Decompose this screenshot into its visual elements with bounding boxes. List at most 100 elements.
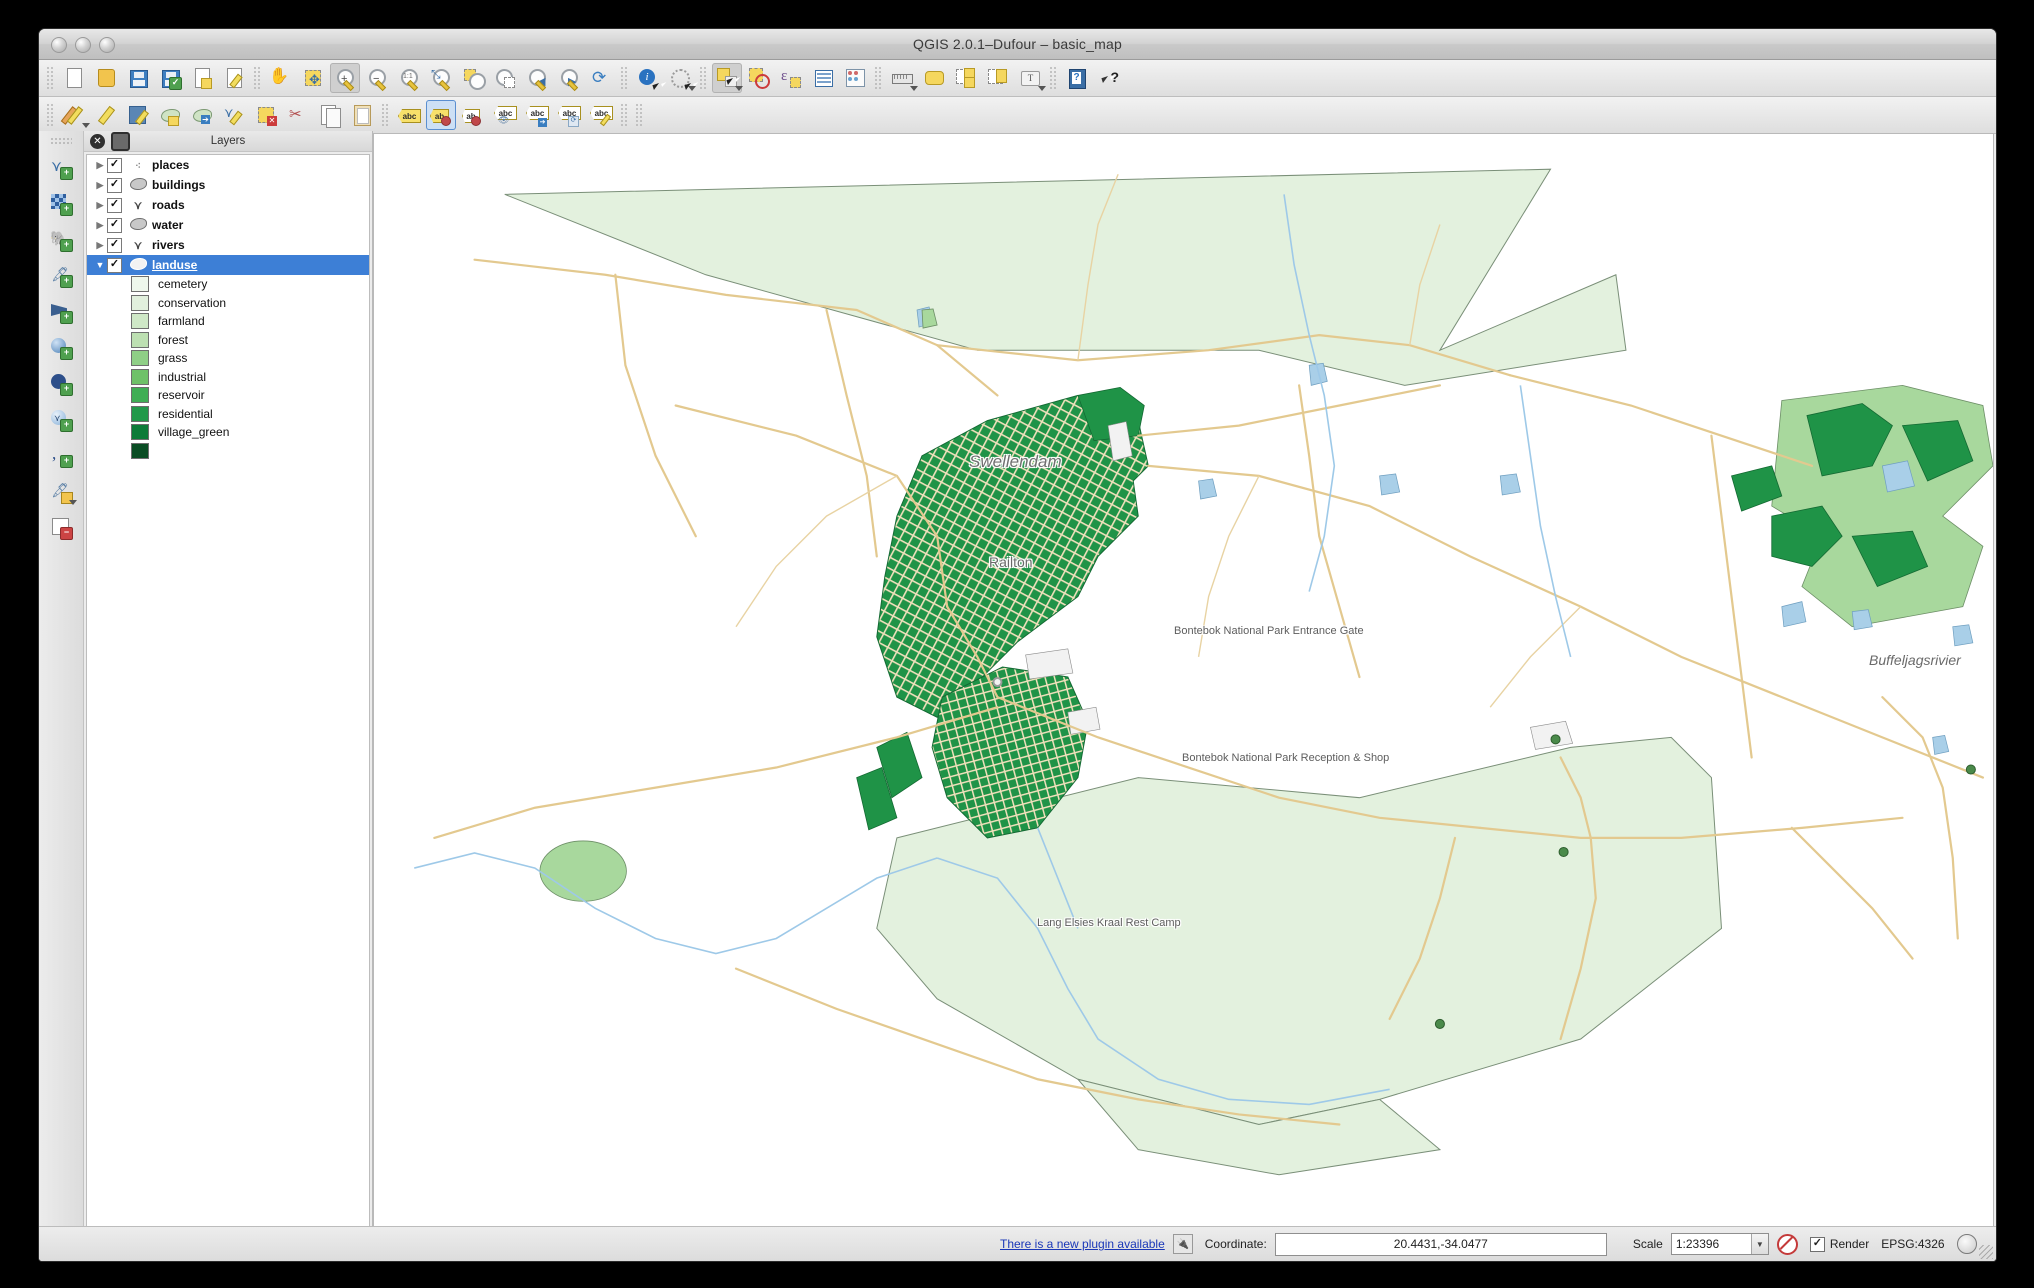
current-edits-button[interactable] xyxy=(59,100,89,130)
add-feature-button[interactable] xyxy=(155,100,185,130)
resize-grip[interactable] xyxy=(1979,1245,1993,1259)
collapse-arrow-icon[interactable]: ▼ xyxy=(93,260,107,270)
layer-item-water[interactable]: ▶ ✓ water xyxy=(87,215,369,235)
zoom-actual-size-button[interactable]: 1:1 xyxy=(394,63,424,93)
legend-item-extra[interactable] xyxy=(87,442,369,461)
chevron-down-icon[interactable]: ▼ xyxy=(1751,1234,1768,1254)
minimize-button[interactable] xyxy=(75,37,91,53)
legend-item-reservoir[interactable]: reservoir xyxy=(87,386,369,405)
zoom-in-button[interactable]: + xyxy=(330,63,360,93)
label-toolbar-button[interactable]: abc xyxy=(394,100,424,130)
legend-item-village-green[interactable]: village_green xyxy=(87,423,369,442)
scale-combobox[interactable]: 1:23396 ▼ xyxy=(1671,1233,1769,1255)
zoom-next-button[interactable]: ▶ xyxy=(554,63,584,93)
close-button[interactable] xyxy=(51,37,67,53)
zoom-to-layer-button[interactable] xyxy=(490,63,520,93)
move-label-button[interactable]: abc➔ xyxy=(522,100,552,130)
toolbar-grip[interactable] xyxy=(253,66,262,90)
layer-visibility-checkbox[interactable]: ✓ xyxy=(107,218,122,233)
add-delimited-text-layer-button[interactable]: ,+ xyxy=(46,441,76,471)
coordinate-input[interactable]: 20.4431,-34.0477 xyxy=(1275,1233,1607,1256)
plugin-icon[interactable]: 🔌 xyxy=(1173,1234,1193,1254)
add-wcs-layer-button[interactable]: + xyxy=(46,333,76,363)
deselect-features-button[interactable] xyxy=(744,63,774,93)
legend-item-grass[interactable]: grass xyxy=(87,349,369,368)
layer-visibility-checkbox[interactable]: ✓ xyxy=(107,178,122,193)
save-project-button[interactable] xyxy=(123,63,153,93)
legend-item-farmland[interactable]: farmland xyxy=(87,312,369,331)
map-tips-button[interactable] xyxy=(919,63,949,93)
legend-item-conservation[interactable]: conservation xyxy=(87,294,369,313)
pin-labels-button[interactable]: ab xyxy=(426,100,456,130)
save-layer-edits-button[interactable] xyxy=(123,100,153,130)
add-wms-layer-button[interactable]: + xyxy=(46,369,76,399)
map-canvas[interactable]: .cons{fill:#e3f1de;stroke:#7a8f78;stroke… xyxy=(374,134,1993,1200)
zoom-full-button[interactable]: ⤡ xyxy=(426,63,456,93)
zoom-button[interactable] xyxy=(99,37,115,53)
layers-tree[interactable]: ▶ ✓ ⁖ places ▶ ✓ buildings ▶ ✓ ⋎ ro xyxy=(86,154,370,1233)
delete-selected-button[interactable]: ✕ xyxy=(251,100,281,130)
zoom-to-selection-button[interactable] xyxy=(458,63,488,93)
toggle-editing-button[interactable] xyxy=(91,100,121,130)
save-project-as-button[interactable]: ✓ xyxy=(155,63,185,93)
zoom-out-button[interactable]: − xyxy=(362,63,392,93)
add-wfs-layer-button[interactable]: ⋎+ xyxy=(46,405,76,435)
crs-globe-icon[interactable] xyxy=(1957,1234,1977,1254)
expand-arrow-icon[interactable]: ▶ xyxy=(93,160,107,171)
open-field-calculator-button[interactable] xyxy=(840,63,870,93)
legend-item-residential[interactable]: residential xyxy=(87,405,369,424)
select-features-button[interactable] xyxy=(712,63,742,93)
render-checkbox[interactable]: ✓ xyxy=(1810,1237,1825,1252)
layer-item-landuse[interactable]: ▼ ✓ landuse xyxy=(87,255,369,275)
move-feature-button[interactable]: ➔ xyxy=(187,100,217,130)
help-contents-button[interactable]: ? xyxy=(1062,63,1092,93)
new-spatialite-layer-button[interactable]: 🖋 xyxy=(46,477,76,507)
legend-item-forest[interactable]: forest xyxy=(87,331,369,350)
toolbar-grip[interactable] xyxy=(381,103,390,127)
toolbar-grip[interactable] xyxy=(874,66,883,90)
text-annotation-button[interactable]: T xyxy=(1015,63,1045,93)
whats-this-button[interactable]: ? xyxy=(1094,63,1124,93)
expand-arrow-icon[interactable]: ▶ xyxy=(93,180,107,191)
toolbar-grip[interactable] xyxy=(50,137,72,145)
zoom-last-button[interactable]: ◀ xyxy=(522,63,552,93)
add-postgis-layer-button[interactable]: 🐘+ xyxy=(46,225,76,255)
expand-arrow-icon[interactable]: ▶ xyxy=(93,220,107,231)
toolbar-grip[interactable] xyxy=(46,103,55,127)
pan-map-button[interactable]: ✋ xyxy=(266,63,296,93)
layer-item-buildings[interactable]: ▶ ✓ buildings xyxy=(87,175,369,195)
expand-arrow-icon[interactable]: ▶ xyxy=(93,200,107,211)
toolbar-grip[interactable] xyxy=(1049,66,1058,90)
toolbar-grip[interactable] xyxy=(620,66,629,90)
select-by-expression-button[interactable]: ε xyxy=(776,63,806,93)
map-canvas-frame[interactable]: .cons{fill:#e3f1de;stroke:#7a8f78;stroke… xyxy=(373,133,1994,1261)
legend-item-industrial[interactable]: industrial xyxy=(87,368,369,387)
layer-item-rivers[interactable]: ▶ ✓ ⋎ rivers xyxy=(87,235,369,255)
measure-line-button[interactable] xyxy=(887,63,917,93)
legend-item-cemetery[interactable]: cemetery xyxy=(87,275,369,294)
remove-layer-button[interactable]: − xyxy=(46,513,76,543)
new-bookmark-button[interactable] xyxy=(951,63,981,93)
stop-render-icon[interactable] xyxy=(1777,1234,1798,1255)
add-mssql-layer-button[interactable]: + xyxy=(46,297,76,327)
pan-to-selection-button[interactable]: ✥ xyxy=(298,63,328,93)
identify-features-button[interactable]: i xyxy=(633,63,663,93)
run-feature-action-button[interactable] xyxy=(665,63,695,93)
add-raster-layer-button[interactable]: + xyxy=(46,189,76,219)
layer-visibility-checkbox[interactable]: ✓ xyxy=(107,238,122,253)
refresh-button[interactable]: ⟳ xyxy=(586,63,616,93)
copy-features-button[interactable] xyxy=(315,100,345,130)
show-bookmarks-button[interactable] xyxy=(983,63,1013,93)
new-project-button[interactable] xyxy=(59,63,89,93)
rotate-label-button[interactable]: abc⟳ xyxy=(554,100,584,130)
open-project-button[interactable] xyxy=(91,63,121,93)
layer-visibility-checkbox[interactable]: ✓ xyxy=(107,198,122,213)
layer-visibility-checkbox[interactable]: ✓ xyxy=(107,158,122,173)
new-print-composer-button[interactable] xyxy=(187,63,217,93)
highlight-pinned-labels-button[interactable]: ab xyxy=(458,100,488,130)
expand-arrow-icon[interactable]: ▶ xyxy=(93,240,107,251)
layer-item-places[interactable]: ▶ ✓ ⁖ places xyxy=(87,155,369,175)
add-vector-layer-button[interactable]: ⋎+ xyxy=(46,153,76,183)
toolbar-grip[interactable] xyxy=(699,66,708,90)
add-spatialite-layer-button[interactable]: 🖋+ xyxy=(46,261,76,291)
